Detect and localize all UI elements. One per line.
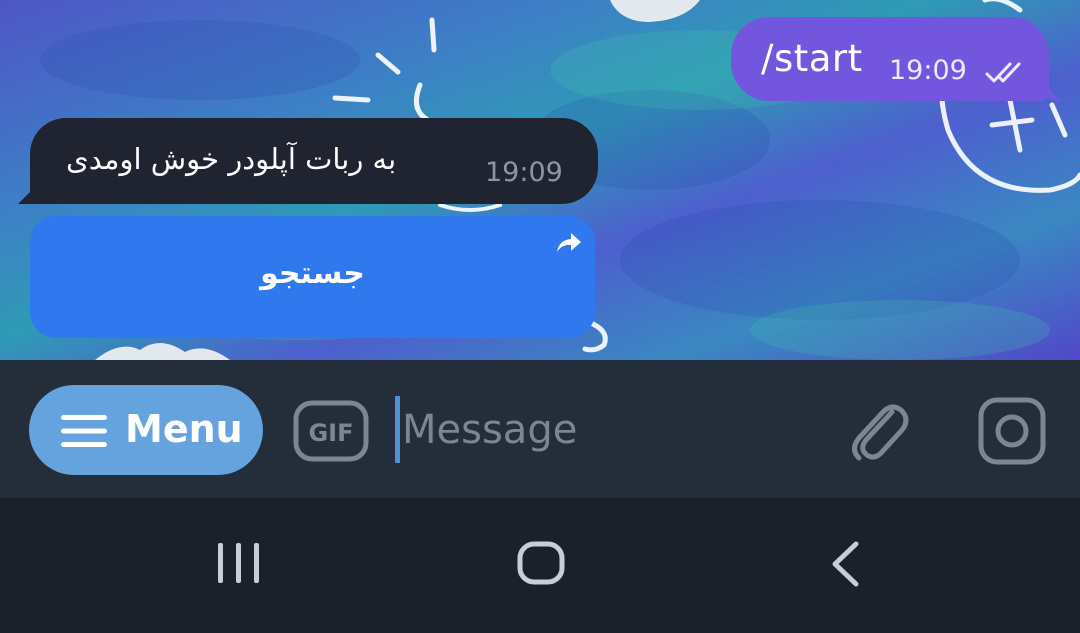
gif-icon[interactable]: GIF — [293, 400, 369, 462]
outgoing-message-bubble[interactable]: /start 19:09 — [731, 17, 1061, 101]
camera-icon[interactable] — [978, 397, 1046, 465]
text-cursor — [395, 396, 400, 463]
inline-button-label: جستجو — [260, 256, 365, 291]
telegram-chat-screen: /start 19:09 به ربات آپلودر خوش اومدی 19… — [0, 0, 1080, 633]
read-double-check-icon — [985, 62, 1021, 83]
chat-area[interactable]: /start 19:09 به ربات آپلودر خوش اومدی 19… — [0, 0, 1080, 360]
message-time: 19:09 — [889, 55, 967, 86]
message-text: به ربات آپلودر خوش اومدی — [66, 142, 397, 176]
share-arrow-icon — [557, 233, 581, 252]
menu-button-label: Menu — [125, 407, 243, 451]
bot-menu-button[interactable]: Menu — [29, 385, 263, 475]
system-navigation-bar — [0, 498, 1080, 633]
inline-search-button[interactable]: جستجو — [30, 216, 595, 338]
recents-icon[interactable] — [216, 541, 262, 585]
message-time: 19:09 — [485, 157, 563, 188]
hamburger-icon — [61, 415, 107, 447]
home-icon[interactable] — [517, 541, 565, 585]
message-input-bar: Menu GIF — [0, 360, 1080, 498]
gif-label: GIF — [308, 419, 353, 447]
incoming-message-bubble[interactable]: به ربات آپلودر خوش اومدی 19:09 — [18, 118, 598, 204]
message-text: /start — [761, 37, 863, 80]
back-chevron-icon[interactable] — [828, 541, 862, 587]
message-input[interactable] — [402, 390, 822, 470]
paperclip-icon[interactable] — [848, 396, 910, 466]
